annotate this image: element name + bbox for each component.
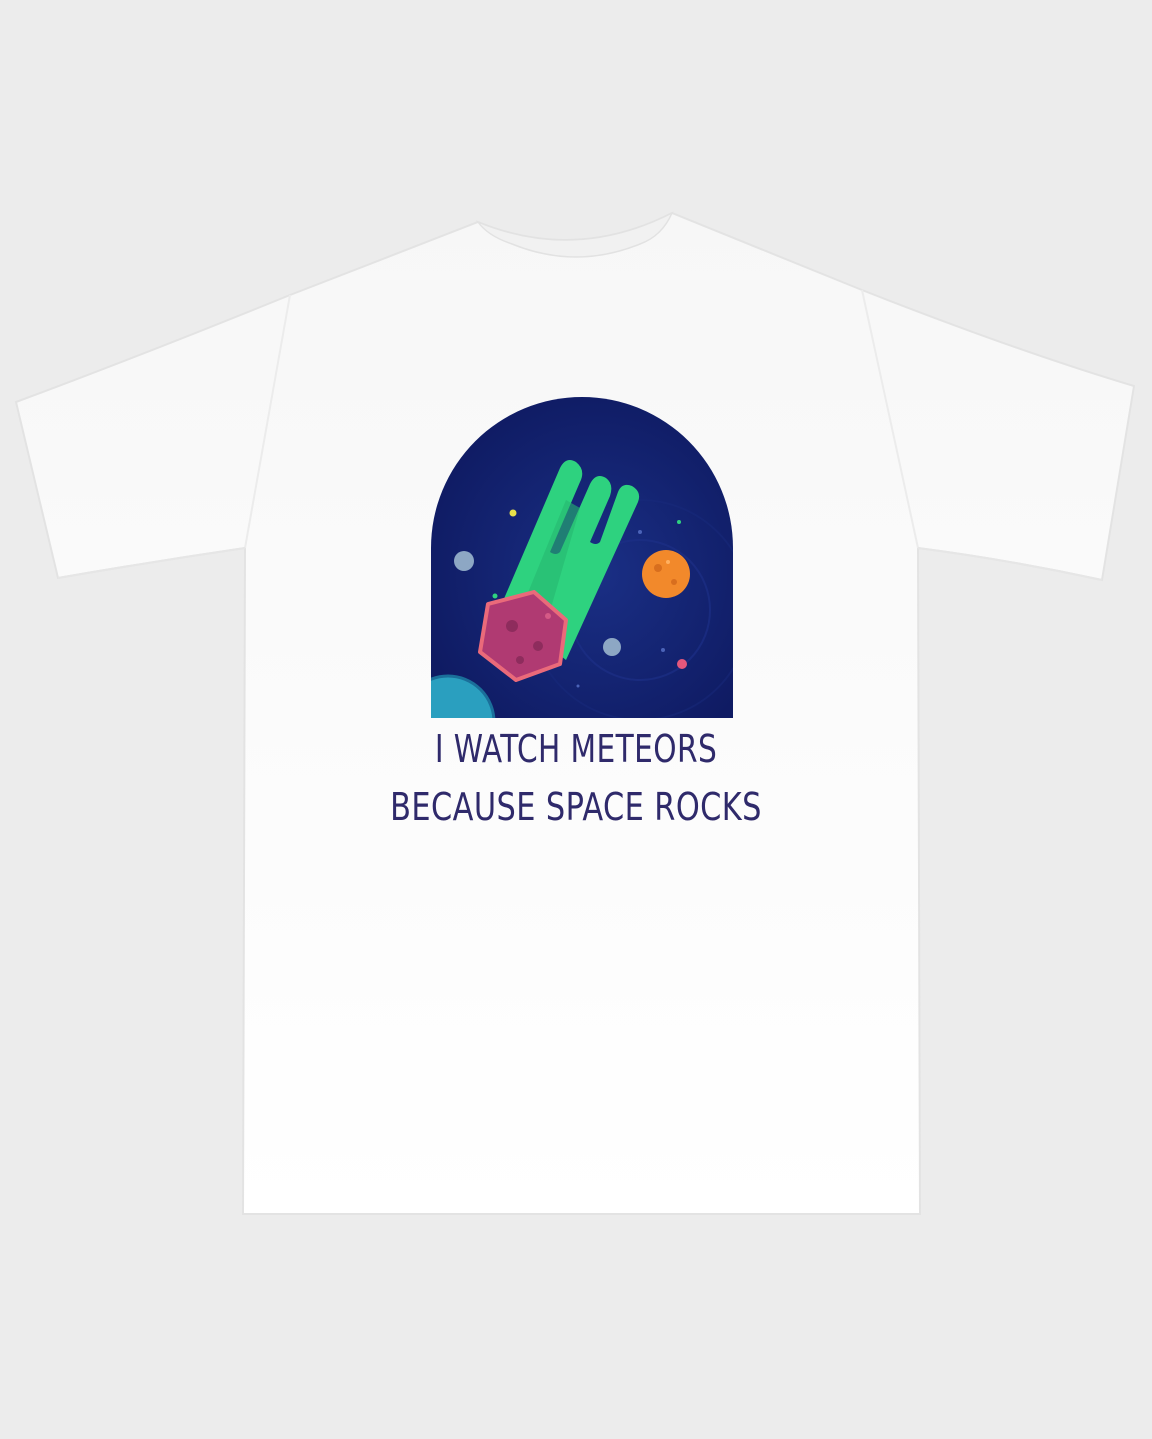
slogan-line-1: I WATCH METEORS	[434, 727, 718, 771]
product-photo: I WATCH METEORS BECAUSE SPACE ROCKS	[0, 0, 1152, 1439]
slogan-line-2: BECAUSE SPACE ROCKS	[390, 785, 762, 829]
planet-orange	[642, 550, 690, 598]
planet-grey	[454, 551, 474, 571]
planet-grey-small	[603, 638, 621, 656]
star-yellow	[509, 509, 517, 517]
star-pink	[677, 659, 687, 669]
tshirt-illustration	[14, 211, 1136, 1215]
